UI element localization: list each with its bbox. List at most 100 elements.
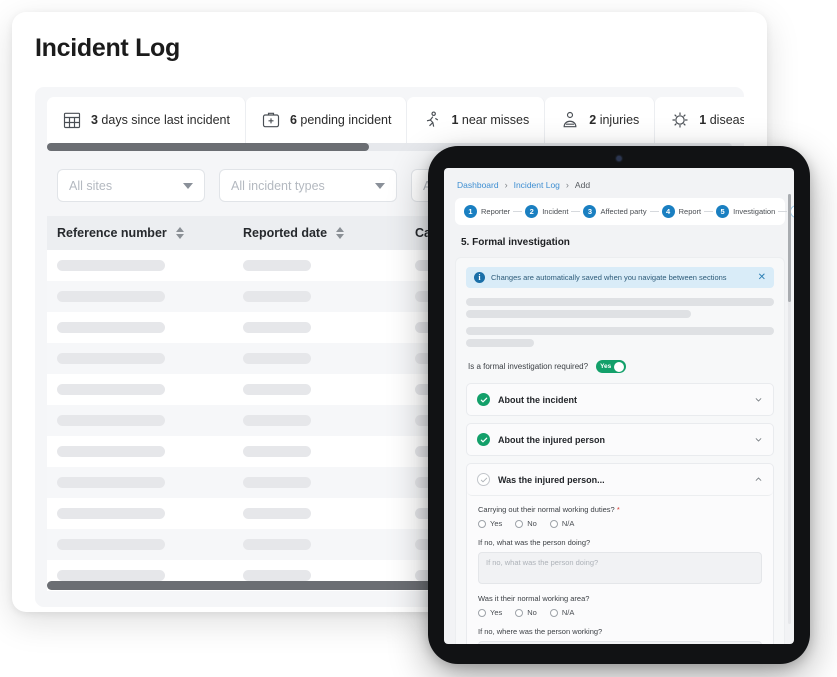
radio-dot[interactable]: [515, 519, 524, 528]
toggle-knob: [614, 361, 625, 372]
chevron-up-icon[interactable]: [754, 475, 763, 484]
table-cell: [57, 415, 243, 426]
chevron-down-icon[interactable]: [754, 395, 763, 404]
screenshot-stage: Incident Log 3 days since last incident: [0, 0, 837, 677]
radio-option-yes[interactable]: Yes: [478, 608, 502, 617]
virus-icon: [672, 112, 688, 128]
autosave-banner: i Changes are automatically saved when y…: [466, 267, 774, 288]
chevron-down-icon[interactable]: [754, 435, 763, 444]
stat-card-near-misses[interactable]: 1 near misses: [407, 97, 546, 143]
stepper-connector: [704, 211, 714, 212]
form-vertical-scrollbar[interactable]: [788, 194, 791, 624]
scrollbar-thumb[interactable]: [788, 194, 791, 302]
table-cell: [57, 291, 243, 302]
skeleton-bar: [57, 446, 165, 457]
skeleton-line: [466, 339, 534, 347]
question-label: If no, where was the person working?: [478, 627, 603, 636]
table-cell: [243, 446, 415, 457]
scrollbar-thumb[interactable]: [47, 143, 369, 151]
table-cell: [57, 539, 243, 550]
stepper-step-reporter[interactable]: 1 Reporter: [464, 205, 510, 218]
radio-option-no[interactable]: No: [515, 519, 537, 528]
column-header-reference-number[interactable]: Reference number: [57, 226, 243, 240]
skeleton-bar: [243, 415, 311, 426]
textarea-input[interactable]: If no, where was the person working?: [478, 641, 762, 644]
accordion-about-the-incident[interactable]: About the incident: [466, 383, 774, 416]
skeleton-line: [466, 298, 774, 306]
skeleton-paragraph-1: [466, 298, 774, 318]
skeleton-bar: [243, 291, 311, 302]
check-circle-outline-icon: [477, 473, 490, 486]
table-cell: [57, 353, 243, 364]
step-label: Incident: [542, 207, 569, 216]
running-person-icon: [427, 111, 439, 127]
textarea-input[interactable]: If no, what was the person doing?: [478, 552, 762, 584]
radio-option-yes[interactable]: Yes: [478, 519, 502, 528]
stat-label: 1 diseases: [699, 113, 744, 127]
radio-group: Yes No N/A: [478, 608, 762, 617]
skeleton-line: [466, 310, 691, 318]
accordion-label: About the injured person: [498, 434, 605, 445]
stepper-step-incident[interactable]: 2 Incident: [525, 205, 568, 218]
table-cell: [243, 508, 415, 519]
radio-dot[interactable]: [478, 519, 486, 528]
breadcrumb-incident-log[interactable]: Incident Log: [514, 180, 560, 190]
tablet-device: Dashboard › Incident Log › Add 1 Reporter…: [428, 146, 810, 664]
stepper-connector: [649, 211, 659, 212]
step-label: Investigation: [733, 207, 776, 216]
skeleton-bar: [57, 570, 165, 581]
sort-icon[interactable]: [175, 227, 184, 239]
radio-dot[interactable]: [478, 608, 486, 617]
filter-value: All sites: [69, 178, 113, 193]
radio-option-no[interactable]: No: [515, 608, 537, 617]
stepper-step-report[interactable]: 4 Report: [661, 205, 701, 218]
accordion-header[interactable]: Was the injured person...: [467, 464, 773, 496]
filter-all-sites[interactable]: All sites: [57, 169, 205, 202]
close-icon[interactable]: ✕: [758, 272, 766, 283]
breadcrumb: Dashboard › Incident Log › Add: [455, 178, 785, 198]
stepper-step-affected-party[interactable]: 3 Affected party: [583, 205, 647, 218]
skeleton-bar: [243, 384, 311, 395]
accordion-was-the-injured-person: Was the injured person... Carrying out t…: [466, 463, 774, 644]
step-number: 3: [583, 205, 597, 218]
step-label: Reporter: [481, 207, 511, 216]
radio-option-na[interactable]: N/A: [549, 608, 575, 617]
stat-label: 6 pending incident: [289, 113, 392, 127]
stat-card-strip: 3 days since last incident 6 pending inc…: [47, 97, 744, 143]
step-number: 4: [661, 205, 675, 218]
formal-investigation-toggle[interactable]: Yes: [596, 360, 627, 373]
filter-all-incident-types[interactable]: All incident types: [219, 169, 397, 202]
skeleton-bar: [57, 415, 165, 426]
stat-card-days-since-last-incident[interactable]: 3 days since last incident: [47, 97, 246, 143]
radio-label: No: [527, 608, 537, 617]
accordion-about-the-injured-person[interactable]: About the injured person: [466, 423, 774, 456]
stat-card-pending-incident[interactable]: 6 pending incident: [245, 97, 408, 143]
chevron-down-icon: [183, 182, 193, 189]
section-title: 5. Formal investigation: [461, 237, 570, 248]
radio-dot[interactable]: [549, 519, 558, 528]
column-header-reported-date[interactable]: Reported date: [243, 226, 415, 240]
radio-dot[interactable]: [515, 608, 524, 617]
stat-label: 1 near misses: [451, 113, 530, 127]
skeleton-bar: [57, 353, 165, 364]
stepper-step-investigation[interactable]: 5 Investigation: [716, 205, 775, 218]
first-aid-kit-icon: [262, 112, 280, 128]
radio-label: Yes: [490, 608, 503, 617]
table-cell: [57, 477, 243, 488]
skeleton-bar: [243, 353, 311, 364]
breadcrumb-current: Add: [574, 180, 591, 190]
radio-label: N/A: [561, 608, 575, 617]
radio-option-na[interactable]: N/A: [549, 519, 574, 528]
skeleton-bar: [243, 539, 311, 550]
formal-investigation-toggle-row: Is a formal investigation required? Yes: [466, 351, 774, 383]
skeleton-bar: [243, 570, 311, 581]
sort-icon[interactable]: [336, 227, 345, 239]
radio-dot[interactable]: [549, 608, 558, 617]
skeleton-bar: [57, 384, 165, 395]
skeleton-bar: [243, 477, 311, 488]
stat-card-injuries[interactable]: 2 injuries: [545, 97, 656, 143]
stat-card-diseases[interactable]: 1 diseases: [655, 97, 744, 143]
skeleton-bar: [57, 291, 165, 302]
breadcrumb-dashboard[interactable]: Dashboard: [457, 180, 499, 190]
skeleton-line: [466, 327, 774, 335]
